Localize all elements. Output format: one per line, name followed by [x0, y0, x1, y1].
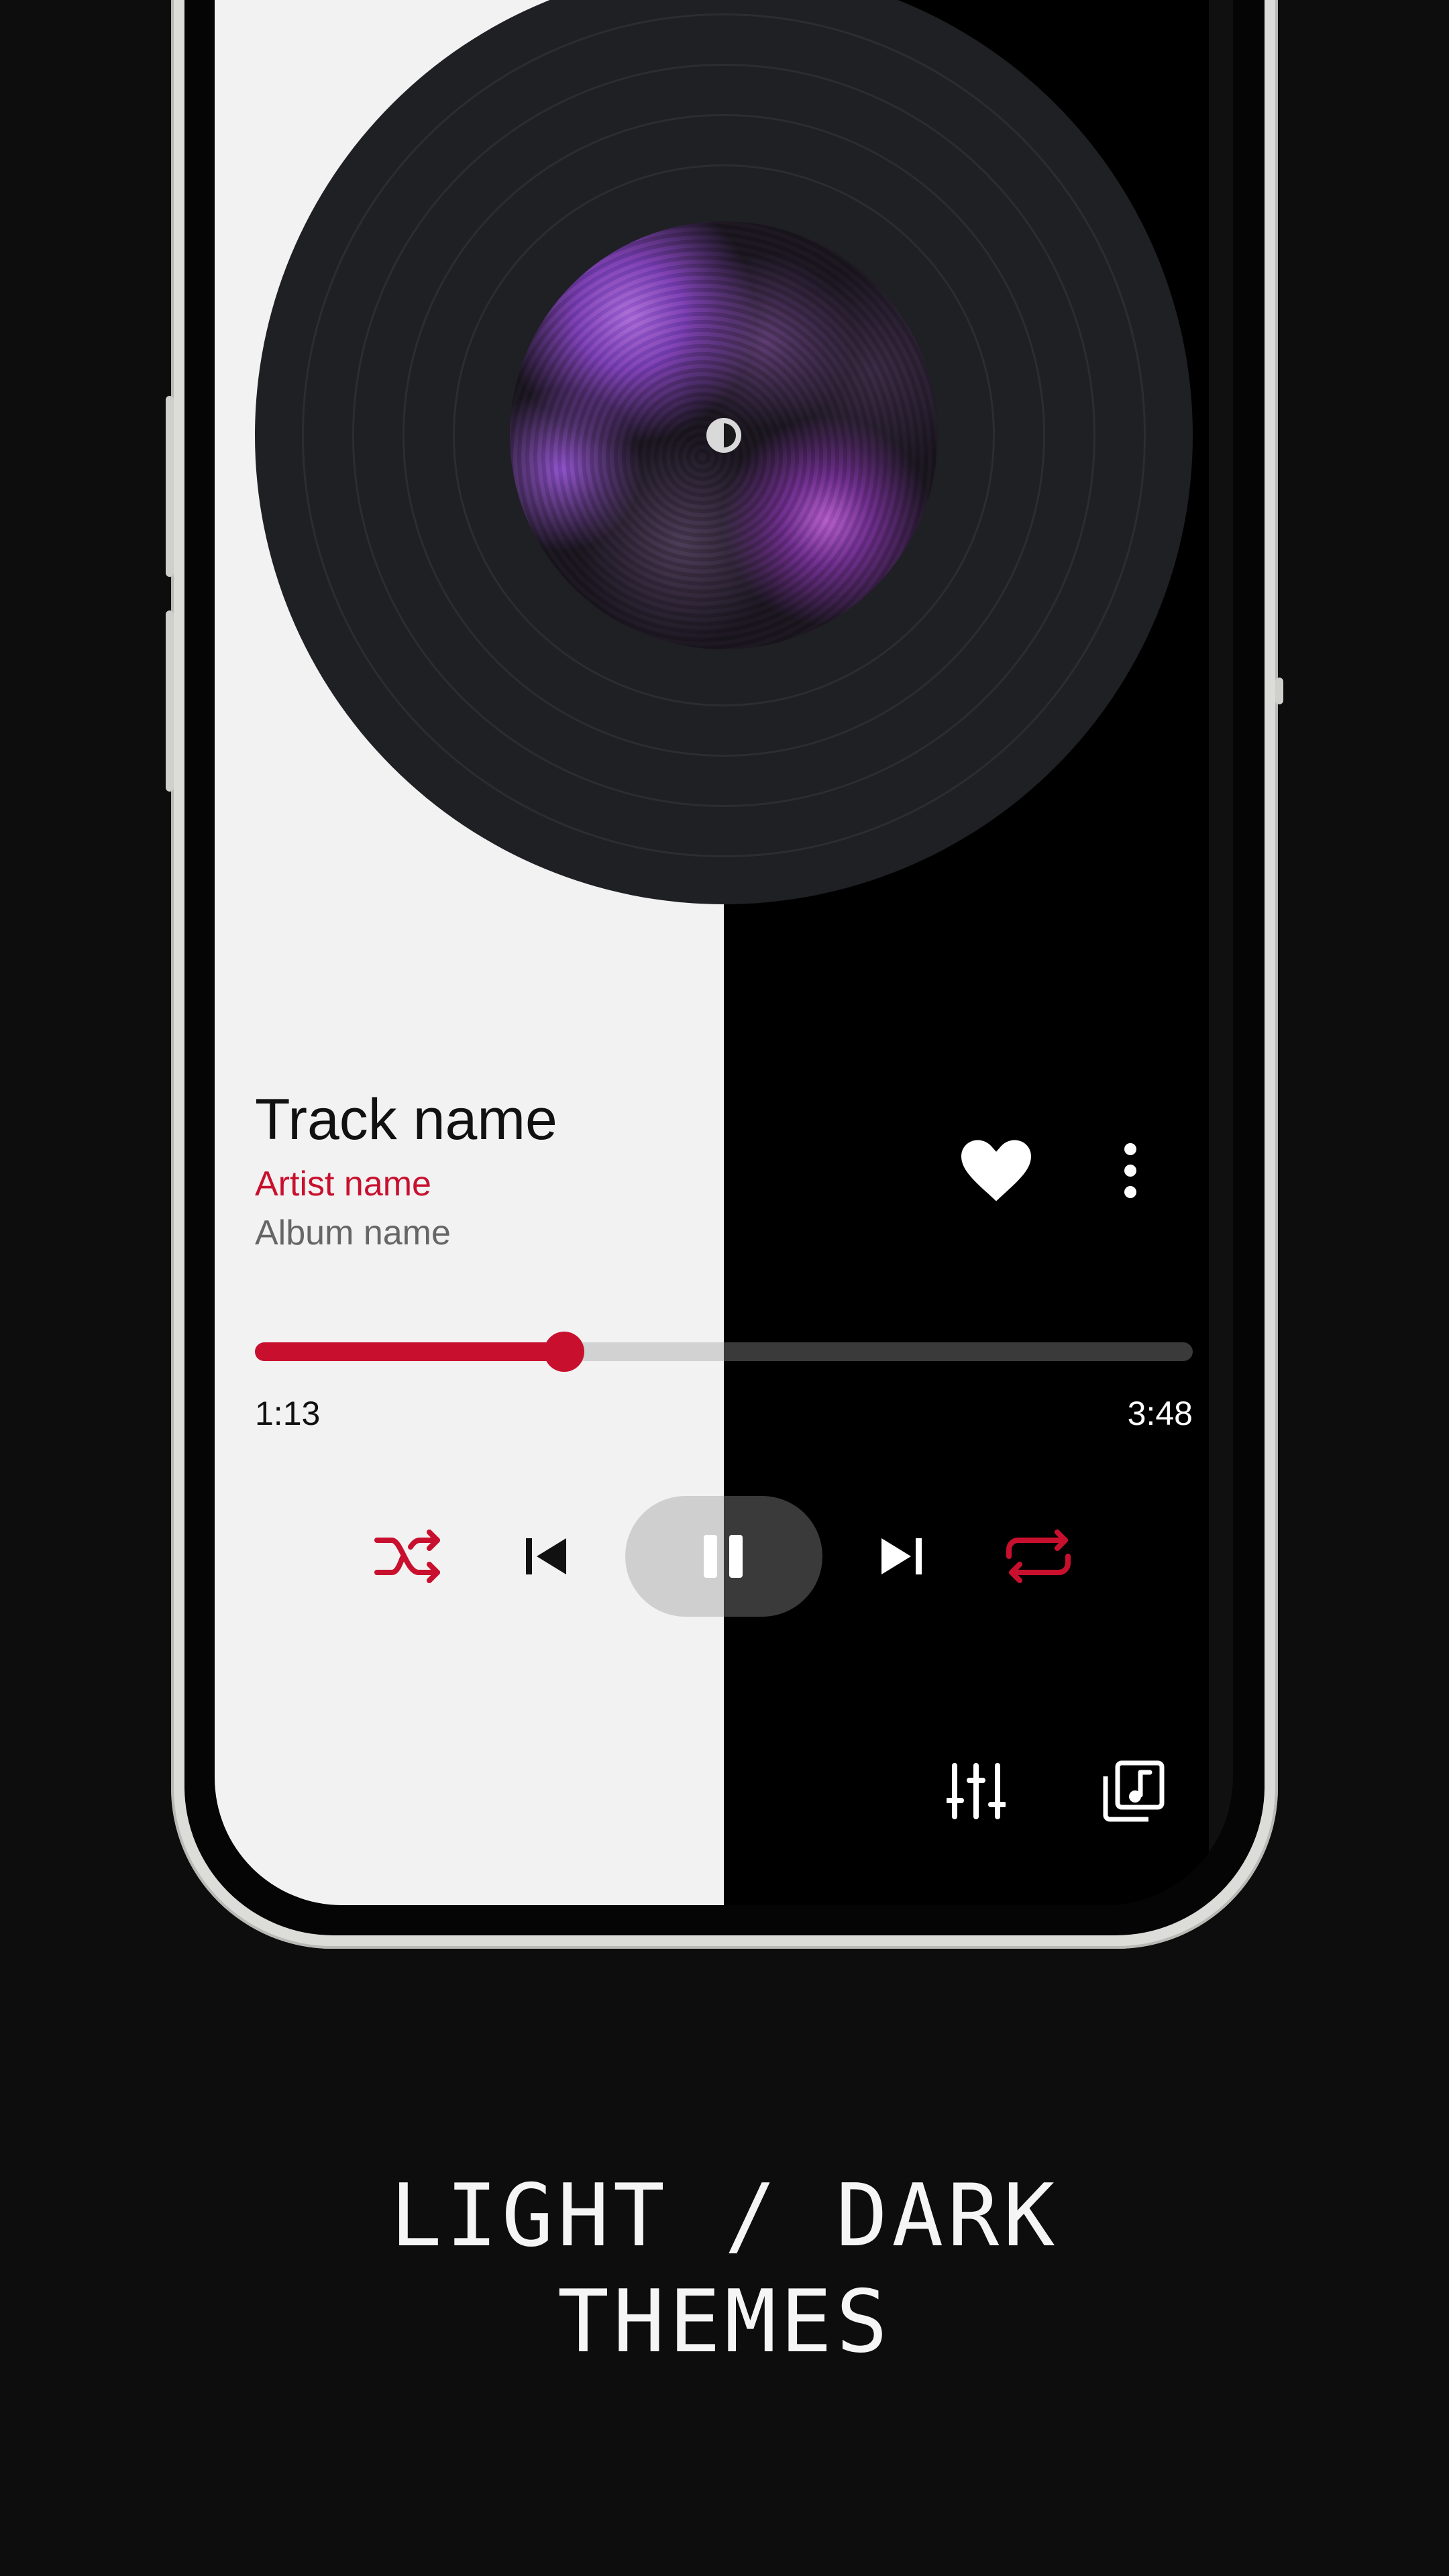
- track-name: Track name: [255, 1087, 557, 1152]
- repeat-icon: [1006, 1529, 1071, 1583]
- shuffle-icon: [374, 1529, 440, 1583]
- artist-name[interactable]: Artist name: [255, 1164, 431, 1204]
- elapsed-time: 1:13: [255, 1395, 321, 1432]
- next-button[interactable]: [860, 1516, 941, 1597]
- screen-edge: [1209, 0, 1233, 1905]
- player-screen: Track name Artist name Album name 1:13 3…: [215, 0, 1233, 1905]
- pause-icon: [704, 1535, 743, 1578]
- shuffle-button[interactable]: [368, 1516, 448, 1597]
- album-name[interactable]: Album name: [255, 1213, 451, 1253]
- power-button: [166, 610, 174, 792]
- queue-music-icon: [1103, 1760, 1165, 1822]
- heart-icon: [961, 1140, 1031, 1201]
- play-pause-button[interactable]: [625, 1496, 822, 1617]
- equalizer-button[interactable]: [936, 1751, 1016, 1831]
- seekbar-track[interactable]: [255, 1342, 1193, 1361]
- seekbar-progress: [255, 1342, 565, 1361]
- equalizer-icon: [947, 1763, 1006, 1819]
- skip-previous-icon: [526, 1538, 566, 1574]
- side-button: [1275, 678, 1283, 704]
- caption-line-1: LIGHT / DARK: [390, 2166, 1059, 2266]
- favorite-button[interactable]: [953, 1127, 1040, 1214]
- queue-button[interactable]: [1093, 1751, 1174, 1831]
- previous-button[interactable]: [507, 1516, 588, 1597]
- vinyl-record[interactable]: [255, 0, 1193, 904]
- volume-button: [166, 396, 174, 577]
- feature-caption: LIGHT / DARK THEMES: [0, 2163, 1449, 2375]
- repeat-button[interactable]: [998, 1516, 1079, 1597]
- more-vertical-icon: [1124, 1143, 1136, 1198]
- vinyl-spindle-icon: [706, 418, 741, 453]
- caption-line-2: THEMES: [557, 2272, 892, 2372]
- skip-next-icon: [881, 1538, 922, 1574]
- total-time: 3:48: [1127, 1395, 1193, 1432]
- seekbar-thumb[interactable]: [544, 1332, 585, 1372]
- more-options-button[interactable]: [1097, 1127, 1164, 1214]
